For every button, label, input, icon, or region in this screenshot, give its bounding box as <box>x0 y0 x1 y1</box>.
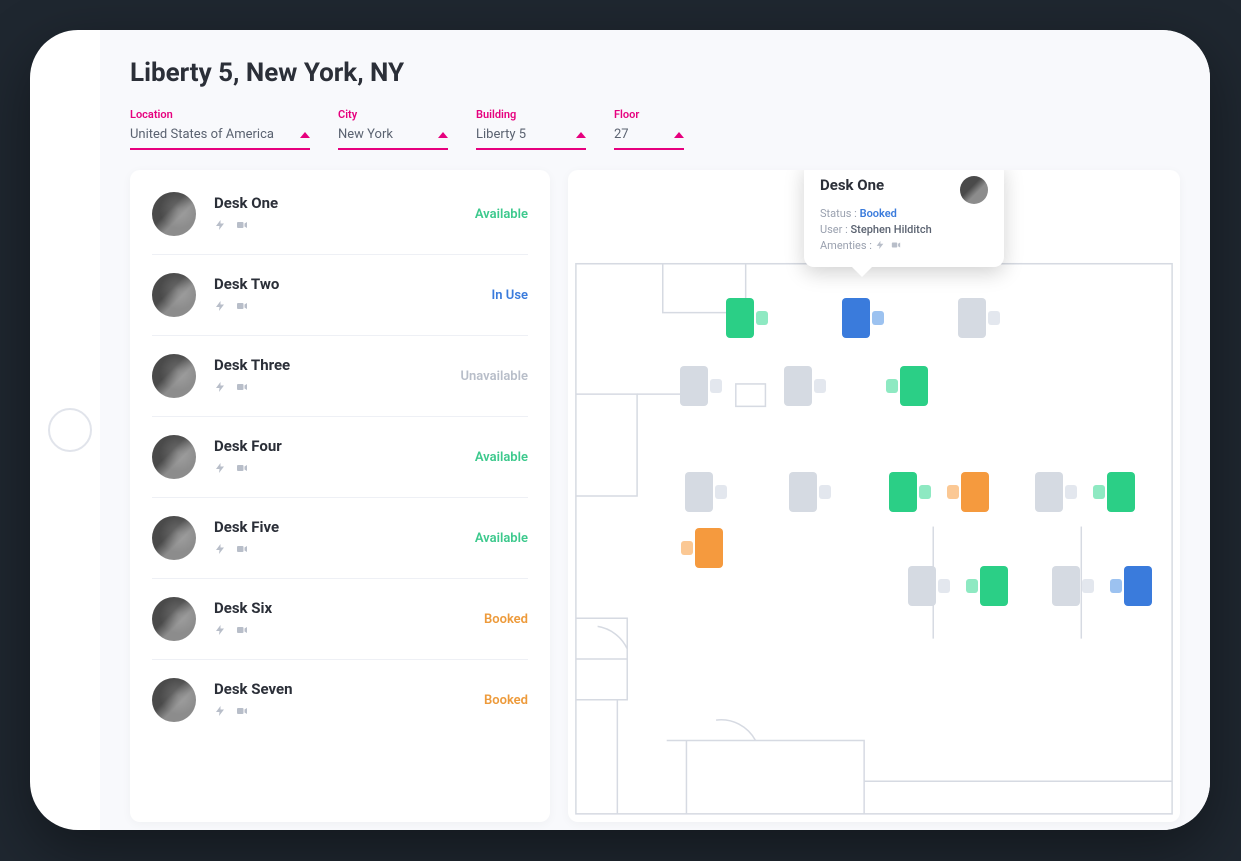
map-desk[interactable] <box>889 472 917 512</box>
desk-row[interactable]: Desk OneAvailable <box>152 174 528 255</box>
page-title: Liberty 5, New York, NY <box>130 58 1180 88</box>
power-icon <box>214 297 226 316</box>
video-icon <box>234 702 250 721</box>
desk-name: Desk Four <box>214 437 475 455</box>
home-button[interactable] <box>48 408 92 452</box>
filter-value: New York <box>338 127 393 142</box>
map-desk[interactable] <box>900 366 928 406</box>
power-icon <box>214 540 226 559</box>
map-desk[interactable] <box>1035 472 1063 512</box>
video-icon <box>234 378 250 397</box>
filter-label: Location <box>130 108 310 121</box>
desk-thumb <box>152 597 196 641</box>
map-desk[interactable] <box>908 566 936 606</box>
video-icon <box>890 240 902 253</box>
map-desk[interactable] <box>958 298 986 338</box>
desk-status: Booked <box>484 693 528 708</box>
map-desk[interactable] <box>1052 566 1080 606</box>
desk-status: In Use <box>492 288 528 303</box>
filter-building[interactable]: Building Liberty 5 <box>476 108 586 150</box>
tooltip-status-line: Status : Booked <box>820 207 988 220</box>
desk-name: Desk One <box>214 194 475 212</box>
filter-value: Liberty 5 <box>476 127 526 142</box>
filter-city[interactable]: City New York <box>338 108 448 150</box>
content-area: Desk OneAvailableDesk TwoIn UseDesk Thre… <box>130 170 1180 822</box>
desk-row[interactable]: Desk TwoIn Use <box>152 255 528 336</box>
desk-status: Available <box>475 531 528 546</box>
filter-value: 27 <box>614 127 629 142</box>
filter-bar: Location United States of America City N… <box>130 108 1180 150</box>
avatar <box>960 176 988 204</box>
filter-label: Building <box>476 108 586 121</box>
desk-name: Desk Two <box>214 275 492 293</box>
power-icon <box>214 621 226 640</box>
map-desk[interactable] <box>1107 472 1135 512</box>
tooltip-amenities-line: Amenties : <box>820 239 988 253</box>
filter-location[interactable]: Location United States of America <box>130 108 310 150</box>
desk-name: Desk Five <box>214 518 475 536</box>
desk-thumb <box>152 435 196 479</box>
app-shell: Liberty 5, New York, NY Location United … <box>100 30 1210 830</box>
desk-thumb <box>152 192 196 236</box>
caret-up-icon <box>300 132 310 138</box>
tooltip-user-line: User : Stephen Hilditch <box>820 223 988 236</box>
map-desk[interactable] <box>726 298 754 338</box>
map-desk[interactable] <box>695 528 723 568</box>
power-icon <box>875 240 885 253</box>
map-desk[interactable] <box>842 298 870 338</box>
desk-thumb <box>152 354 196 398</box>
desk-status: Unavailable <box>460 369 528 384</box>
desk-row[interactable]: Desk SevenBooked <box>152 660 528 740</box>
desk-name: Desk Seven <box>214 680 484 698</box>
caret-up-icon <box>674 132 684 138</box>
desk-thumb <box>152 273 196 317</box>
map-desk[interactable] <box>680 366 708 406</box>
desk-name: Desk Six <box>214 599 484 617</box>
desk-status: Booked <box>484 612 528 627</box>
power-icon <box>214 216 226 235</box>
desk-thumb <box>152 516 196 560</box>
map-desk[interactable] <box>1124 566 1152 606</box>
desk-name: Desk Three <box>214 356 460 374</box>
video-icon <box>234 540 250 559</box>
filter-floor[interactable]: Floor 27 <box>614 108 684 150</box>
desk-row[interactable]: Desk FiveAvailable <box>152 498 528 579</box>
video-icon <box>234 459 250 478</box>
filter-value: United States of America <box>130 127 274 142</box>
power-icon <box>214 378 226 397</box>
desk-row[interactable]: Desk ThreeUnavailable <box>152 336 528 417</box>
desk-row[interactable]: Desk FourAvailable <box>152 417 528 498</box>
power-icon <box>214 702 226 721</box>
power-icon <box>214 459 226 478</box>
desk-thumb <box>152 678 196 722</box>
video-icon <box>234 297 250 316</box>
desk-status: Available <box>475 207 528 222</box>
map-desk[interactable] <box>789 472 817 512</box>
tooltip-title: Desk One <box>820 176 884 194</box>
map-desk[interactable] <box>961 472 989 512</box>
video-icon <box>234 216 250 235</box>
desk-status: Available <box>475 450 528 465</box>
map-desk[interactable] <box>980 566 1008 606</box>
desk-row[interactable]: Desk SixBooked <box>152 579 528 660</box>
desk-list: Desk OneAvailableDesk TwoIn UseDesk Thre… <box>130 170 550 822</box>
caret-up-icon <box>576 132 586 138</box>
map-desk[interactable] <box>784 366 812 406</box>
floorplan-lines <box>568 170 1180 822</box>
caret-up-icon <box>438 132 448 138</box>
floor-map[interactable]: Desk One Status : Booked User : Stephen … <box>568 170 1180 822</box>
tablet-frame: Liberty 5, New York, NY Location United … <box>30 30 1210 830</box>
video-icon <box>234 621 250 640</box>
map-desk[interactable] <box>685 472 713 512</box>
filter-label: Floor <box>614 108 684 121</box>
filter-label: City <box>338 108 448 121</box>
desk-tooltip: Desk One Status : Booked User : Stephen … <box>804 170 1004 267</box>
